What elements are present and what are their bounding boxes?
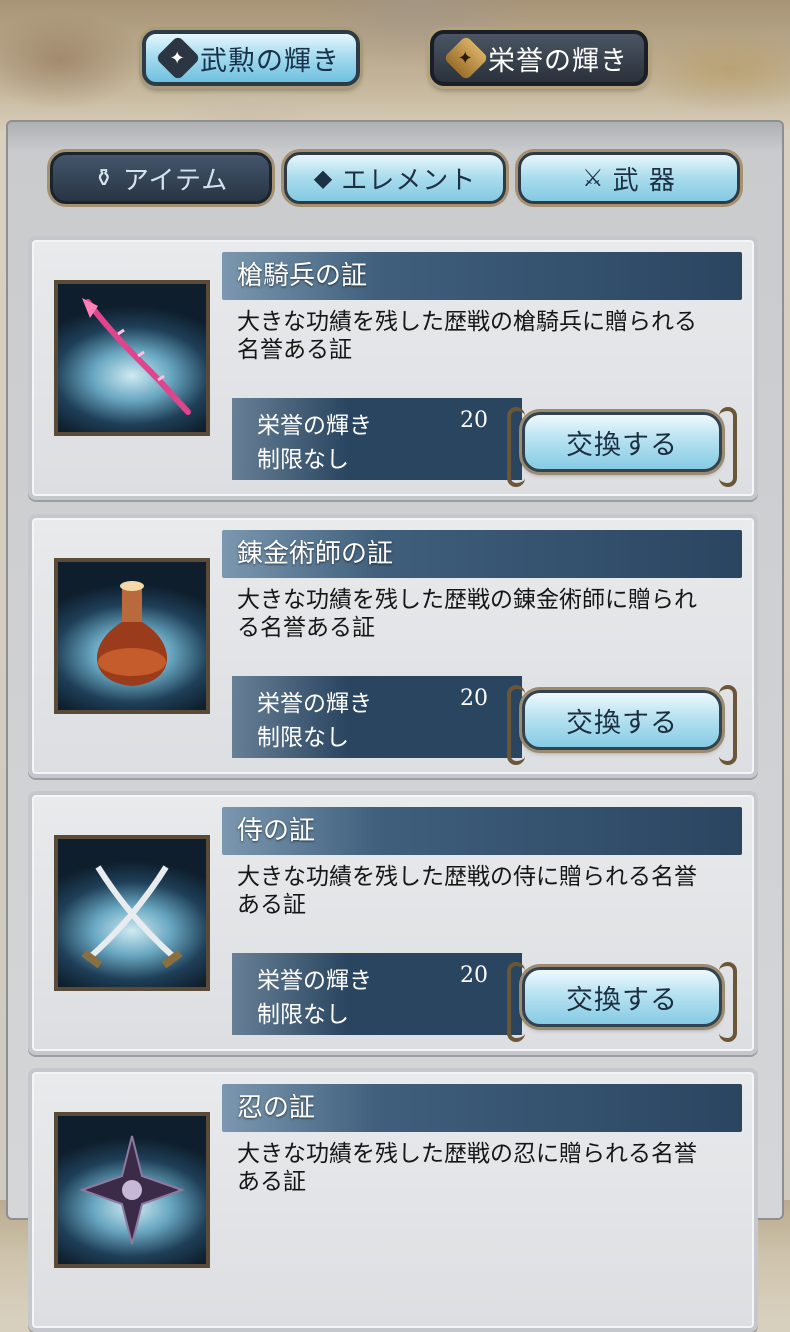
shuriken-icon <box>78 1135 186 1245</box>
crossed-katana-icon <box>81 865 183 969</box>
exchange-button[interactable]: 交換する <box>507 407 737 487</box>
item-title: 侍の証 <box>237 816 316 846</box>
cost-value: 20 <box>460 963 488 988</box>
tab-label: アイテム <box>122 165 229 196</box>
potion-icon: ⚱ <box>93 164 115 192</box>
tab-label: エレメント <box>341 165 477 196</box>
star-gem-icon: ✦ <box>155 35 201 81</box>
item-description: 大きな功績を残した歴戦の錬金術師に贈られ る名誉ある証 <box>237 587 697 641</box>
item-thumbnail <box>54 835 210 991</box>
item-description: 大きな功績を残した歴戦の侍に贈られる名誉 ある証 <box>237 864 697 918</box>
tab-item[interactable]: ⚱ アイテム <box>50 152 272 204</box>
item-card-ninja: 忍の証 大きな功績を残した歴戦の忍に贈られる名誉 ある証 <box>28 1068 758 1332</box>
cost-value: 20 <box>460 408 488 433</box>
limit-label: 制限なし <box>257 1002 349 1028</box>
tab-eiyo-no-kagayaki[interactable]: ✦ 栄誉の輝き <box>430 30 648 86</box>
limit-label: 制限なし <box>257 447 349 473</box>
tab-weapon[interactable]: ⚔ 武 器 <box>518 152 740 204</box>
currency-label: 栄誉の輝き <box>257 413 372 439</box>
item-thumbnail <box>54 280 210 436</box>
item-description: 大きな功績を残した歴戦の忍に贈られる名誉 ある証 <box>237 1141 697 1195</box>
item-card-samurai: 侍の証 大きな功績を残した歴戦の侍に贈られる名誉 ある証 栄誉の輝き 制限なし 2… <box>28 791 758 1055</box>
tab-label: 栄誉の輝き <box>488 45 628 77</box>
tab-bukun-no-kagayaki[interactable]: ✦ 武勲の輝き <box>142 30 360 86</box>
item-card-alchemist: 錬金術師の証 大きな功績を残した歴戦の錬金術師に贈られ る名誉ある証 栄誉の輝き … <box>28 514 758 778</box>
item-card-lancer: 槍騎兵の証 大きな功績を残した歴戦の槍騎兵に贈られる 名誉ある証 栄誉の輝き 制限… <box>28 236 758 500</box>
crystal-icon: ◆ <box>313 164 334 192</box>
item-thumbnail <box>54 1112 210 1268</box>
exchange-button[interactable]: 交換する <box>507 962 737 1042</box>
item-title: 錬金術師の証 <box>237 539 394 569</box>
item-title: 忍の証 <box>237 1093 316 1123</box>
crossed-swords-icon: ⚔ <box>582 164 605 192</box>
limit-label: 制限なし <box>257 725 349 751</box>
item-description: 大きな功績を残した歴戦の槍騎兵に贈られる 名誉ある証 <box>237 309 697 363</box>
exchange-button[interactable]: 交換する <box>507 685 737 765</box>
header-artwork <box>0 0 790 130</box>
tab-element[interactable]: ◆ エレメント <box>284 152 506 204</box>
currency-label: 栄誉の輝き <box>257 968 372 994</box>
currency-label: 栄誉の輝き <box>257 691 372 717</box>
cost-value: 20 <box>460 686 488 711</box>
flask-icon <box>96 581 168 686</box>
item-thumbnail <box>54 558 210 714</box>
tab-label: 武 器 <box>612 165 676 196</box>
spear-icon <box>82 298 191 415</box>
tab-label: 武勲の輝き <box>200 45 340 77</box>
item-title: 槍騎兵の証 <box>237 261 368 291</box>
gold-gem-icon: ✦ <box>443 35 489 81</box>
